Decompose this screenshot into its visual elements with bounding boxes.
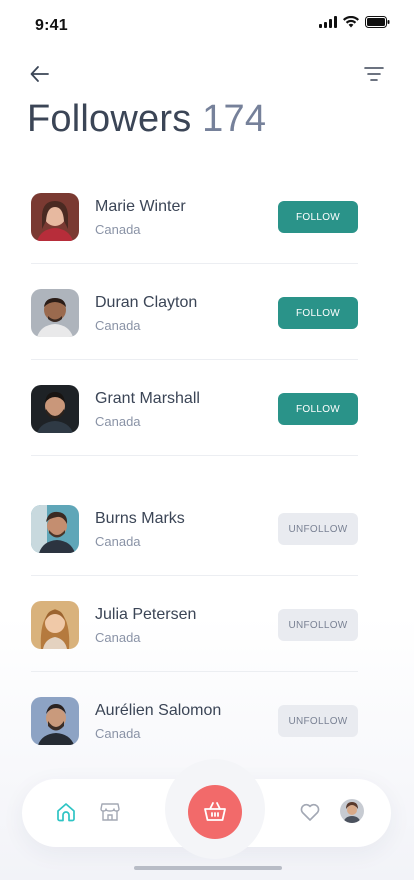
profile-avatar[interactable] <box>340 799 364 823</box>
unfollow-button[interactable]: UNFOLLOW <box>278 513 358 545</box>
battery-icon <box>365 16 390 28</box>
person-country: Canada <box>95 534 141 549</box>
heart-icon <box>300 803 320 821</box>
nav-home[interactable] <box>54 800 78 824</box>
bottom-nav <box>22 759 391 859</box>
status-bar: 9:41 <box>0 0 414 50</box>
person-country: Canada <box>95 726 141 741</box>
basket-icon <box>204 802 226 821</box>
filter-button[interactable] <box>362 62 386 86</box>
follow-button[interactable]: FOLLOW <box>278 297 358 329</box>
list-item: Julia Petersen Canada UNFOLLOW <box>31 576 358 672</box>
avatar[interactable] <box>31 289 79 337</box>
person-name: Grant Marshall <box>95 390 200 407</box>
cart-fab-wrap <box>165 759 265 859</box>
filter-icon <box>364 67 384 81</box>
nav-favorites[interactable] <box>298 800 322 824</box>
home-indicator <box>134 866 282 870</box>
person-country: Canada <box>95 318 141 333</box>
follow-button[interactable]: FOLLOW <box>278 201 358 233</box>
avatar[interactable] <box>31 193 79 241</box>
home-icon <box>57 803 75 822</box>
cart-button[interactable] <box>188 785 242 839</box>
person-name: Julia Petersen <box>95 606 197 623</box>
avatar[interactable] <box>31 505 79 553</box>
status-icons <box>319 16 390 28</box>
followers-count: 174 <box>202 98 267 140</box>
list-item: Duran Clayton Canada FOLLOW <box>31 264 358 360</box>
list-item: Grant Marshall Canada FOLLOW <box>31 360 358 456</box>
avatar[interactable] <box>31 601 79 649</box>
top-toolbar <box>0 60 414 90</box>
person-name: Aurélien Salomon <box>95 702 222 719</box>
person-country: Canada <box>95 630 141 645</box>
person-name: Burns Marks <box>95 510 185 527</box>
wifi-icon <box>343 16 359 28</box>
avatar[interactable] <box>31 385 79 433</box>
list-item: Aurélien Salomon Canada UNFOLLOW <box>31 672 358 768</box>
person-name: Duran Clayton <box>95 294 198 311</box>
unfollow-button[interactable]: UNFOLLOW <box>278 705 358 737</box>
follow-button[interactable]: FOLLOW <box>278 393 358 425</box>
list-item: Burns Marks Canada UNFOLLOW <box>31 480 358 576</box>
person-country: Canada <box>95 222 141 237</box>
avatar[interactable] <box>31 697 79 745</box>
nav-store[interactable] <box>98 800 122 824</box>
list-item: Marie Winter Canada FOLLOW <box>31 168 358 264</box>
unfollow-button[interactable]: UNFOLLOW <box>278 609 358 641</box>
arrow-left-icon <box>30 66 49 82</box>
back-button[interactable] <box>28 62 52 86</box>
signal-icon <box>319 16 337 28</box>
page-title: Followers 174 <box>27 98 266 141</box>
person-country: Canada <box>95 414 141 429</box>
page-title-text: Followers <box>27 98 192 140</box>
status-time: 9:41 <box>35 17 68 34</box>
followers-list: Marie Winter Canada FOLLOW Duran Clayton… <box>31 168 358 768</box>
person-name: Marie Winter <box>95 198 186 215</box>
store-icon <box>100 803 120 821</box>
